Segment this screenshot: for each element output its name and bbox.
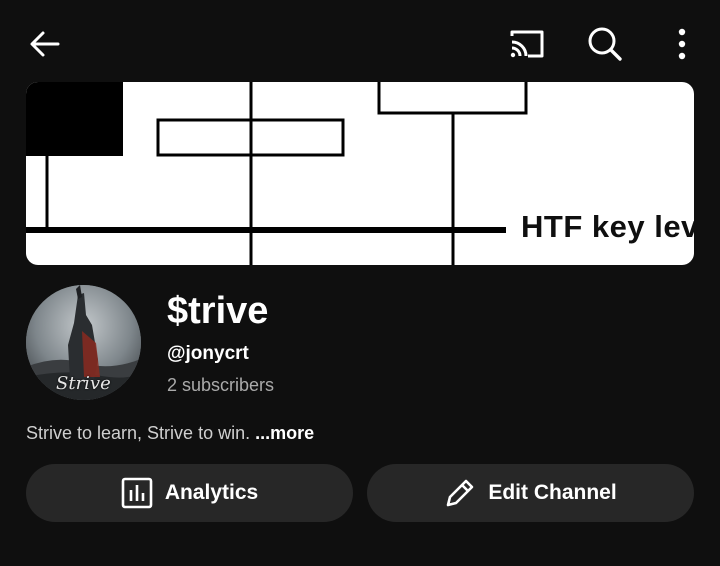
edit-channel-label: Edit Channel: [488, 481, 617, 504]
cast-icon: [510, 30, 544, 58]
avatar-logo-text: Strive: [56, 373, 111, 394]
more-vertical-icon: [678, 28, 686, 60]
channel-page: HTF key lev Strive $trive @jonycrt 2 sub…: [0, 0, 720, 566]
bar-chart-icon: [121, 477, 153, 509]
description-text: Strive to learn, Strive to win.: [26, 423, 256, 443]
more-link[interactable]: ...more: [255, 423, 314, 443]
back-button[interactable]: [21, 20, 69, 68]
banner-text: HTF key lev: [521, 209, 694, 244]
arrow-left-icon: [30, 31, 60, 57]
search-button[interactable]: [581, 20, 629, 68]
analytics-button[interactable]: Analytics: [26, 464, 353, 522]
channel-description[interactable]: Strive to learn, Strive to win. ...more: [26, 421, 314, 445]
pencil-icon: [447, 479, 474, 507]
top-app-bar: [0, 0, 720, 86]
avatar[interactable]: Strive: [26, 285, 141, 400]
channel-handle: @jonycrt: [167, 343, 249, 364]
analytics-label: Analytics: [164, 481, 259, 504]
subscriber-count: 2 subscribers: [167, 375, 275, 395]
edit-channel-button[interactable]: Edit Channel: [367, 464, 694, 522]
cast-button[interactable]: [503, 20, 551, 68]
channel-banner[interactable]: HTF key lev: [26, 82, 694, 265]
channel-name: $trive: [167, 290, 269, 332]
more-options-button[interactable]: [658, 20, 706, 68]
search-icon: [588, 27, 622, 61]
